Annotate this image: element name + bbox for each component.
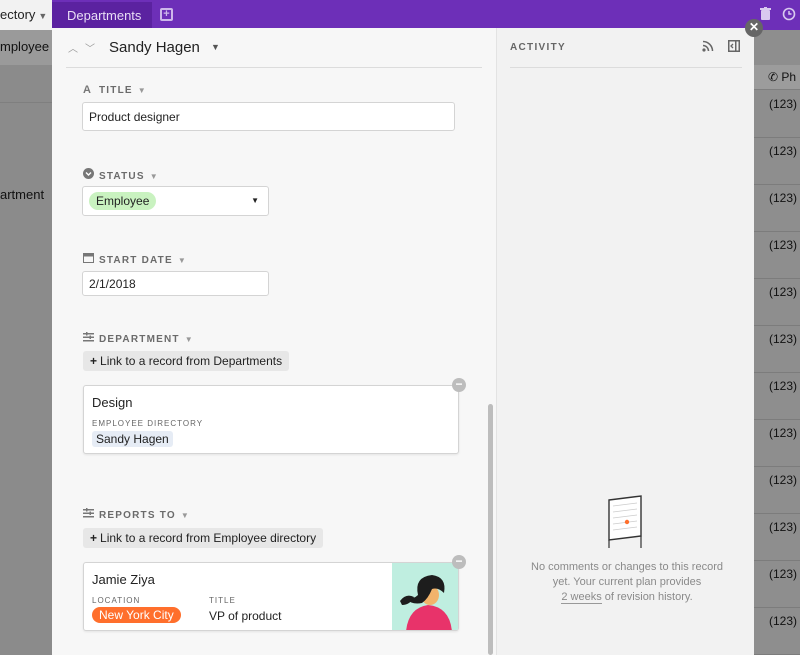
field-label-text: DEPARTMENT (99, 334, 180, 345)
column-header-employee: mployee (0, 30, 52, 65)
field-label-text: STATUS (99, 171, 145, 182)
linked-record-card-reports-to[interactable]: Jamie Ziya LOCATION New York City TITLE … (83, 562, 459, 631)
chevron-down-icon[interactable]: ﹀ (85, 40, 95, 55)
location-chip: New York City (92, 607, 181, 623)
single-select-icon (83, 168, 94, 182)
phone-cell[interactable]: (123) (754, 373, 800, 420)
divider (510, 67, 742, 68)
tab-label: ectory (0, 7, 36, 22)
chevron-down-icon[interactable]: ▼ (251, 196, 259, 205)
tab-departments[interactable]: Departments (52, 2, 152, 30)
title-field[interactable]: Product designer (82, 102, 455, 131)
linked-record-title: Jamie Ziya (92, 572, 155, 587)
linked-record-icon (83, 508, 94, 521)
remove-link-icon[interactable]: − (452, 555, 466, 569)
plus-icon: + (90, 531, 98, 545)
linked-field-label: EMPLOYEE DIRECTORY (92, 419, 204, 428)
link-department-button[interactable]: + Link to a record from Departments (83, 351, 290, 371)
empty-history-icon (607, 494, 645, 553)
linked-record-icon (83, 332, 94, 345)
phone-cell[interactable]: (123) (754, 467, 800, 514)
field-label-text: START DATE (99, 255, 173, 266)
status-option-pill: Employee (89, 192, 157, 210)
column-header-label: Ph (781, 70, 797, 84)
chevron-down-icon[interactable]: ▼ (185, 335, 193, 344)
expanded-record-panel: ︿ ﹀ Sandy Hagen ▼ A TITLE ▼ Product design… (52, 28, 754, 655)
background-grid-left: mployee artment (0, 30, 52, 655)
phone-cell[interactable]: (123) (754, 420, 800, 467)
phone-icon: ✆ (768, 70, 779, 84)
chevron-down-icon[interactable]: ▼ (138, 86, 146, 95)
chevron-down-icon[interactable]: ▼ (178, 256, 186, 265)
linked-field-label: LOCATION (92, 596, 141, 605)
chevron-down-icon[interactable]: ▼ (150, 172, 158, 181)
background-grid-right: ✆ Ph (123) (123) (123) (123) (123) (123)… (754, 30, 800, 655)
revision-history-link[interactable]: 2 weeks (561, 591, 602, 604)
field-label-title[interactable]: A TITLE ▼ (83, 84, 146, 96)
column-header-phone[interactable]: ✆ Ph (754, 65, 800, 90)
chevron-up-icon[interactable]: ︿ (68, 40, 78, 55)
field-label-status[interactable]: STATUS ▼ (83, 168, 158, 182)
empty-message-line: yet. Your current plan provides (552, 576, 702, 588)
record-name: Sandy Hagen (109, 39, 200, 56)
status-select[interactable]: Employee ▼ (82, 186, 269, 216)
phone-cell[interactable]: (123) (754, 279, 800, 326)
record-fields-pane: ︿ ﹀ Sandy Hagen ▼ A TITLE ▼ Product design… (52, 28, 496, 655)
row-divider (0, 102, 52, 103)
empty-message-line: No comments or changes to this record (531, 561, 723, 573)
field-label-text: REPORTS TO (99, 510, 176, 521)
phone-cell[interactable]: (123) (754, 514, 800, 561)
remove-link-icon[interactable]: − (452, 378, 466, 392)
linked-field-value: VP of product (209, 609, 282, 623)
rss-icon[interactable] (702, 40, 714, 55)
phone-cell[interactable]: (123) (754, 561, 800, 608)
trash-icon[interactable] (760, 7, 771, 23)
avatar (392, 563, 458, 630)
linked-field-label: TITLE (209, 596, 236, 605)
plus-icon: + (90, 354, 98, 368)
phone-cell[interactable]: (123) (754, 326, 800, 373)
record-menu-caret-icon[interactable]: ▼ (211, 42, 220, 52)
chevron-down-icon[interactable]: ▼ (38, 11, 47, 21)
field-label-reports-to[interactable]: REPORTS TO ▼ (83, 508, 189, 521)
link-button-label: Link to a record from Departments (100, 354, 283, 368)
link-button-label: Link to a record from Employee directory (100, 531, 317, 545)
empty-activity-message: No comments or changes to this record ye… (517, 560, 737, 605)
field-label-start-date[interactable]: START DATE ▼ (83, 252, 186, 266)
linked-record-chip: Sandy Hagen (92, 431, 173, 447)
phone-cell[interactable]: (123) (754, 608, 800, 655)
calendar-icon (83, 252, 94, 266)
activity-title: ACTIVITY (510, 42, 566, 53)
start-date-field[interactable]: 2/1/2018 (82, 271, 269, 296)
record-header: ︿ ﹀ Sandy Hagen ▼ (66, 28, 482, 68)
history-icon[interactable] (782, 7, 796, 24)
field-label-text: TITLE (99, 85, 133, 96)
phone-cell[interactable]: (123) (754, 185, 800, 232)
phone-cell[interactable]: (123) (754, 138, 800, 185)
collapse-panel-icon[interactable] (728, 40, 740, 55)
chevron-down-icon[interactable]: ▼ (181, 511, 189, 520)
field-label-department[interactable]: DEPARTMENT ▼ (83, 332, 193, 345)
linked-record-title: Design (92, 395, 133, 410)
activity-pane: ACTIVITY No comments or changes to this … (496, 28, 754, 655)
phone-cell[interactable]: (123) (754, 232, 800, 279)
phone-cell[interactable]: (123) (754, 91, 800, 138)
top-tab-bar: ectory ▼ Departments + (0, 0, 800, 30)
text-field-icon: A (83, 84, 91, 96)
tab-employee-directory[interactable]: ectory ▼ (0, 0, 52, 30)
scrollbar[interactable] (488, 404, 493, 655)
empty-message-line: of revision history. (601, 591, 693, 603)
linked-record-card-department[interactable]: Design EMPLOYEE DIRECTORY Sandy Hagen (83, 385, 459, 454)
close-icon[interactable]: ✕ (745, 19, 763, 37)
add-table-icon[interactable]: + (160, 8, 173, 21)
link-employee-button[interactable]: + Link to a record from Employee director… (83, 528, 324, 548)
group-department-label: artment (0, 187, 45, 202)
